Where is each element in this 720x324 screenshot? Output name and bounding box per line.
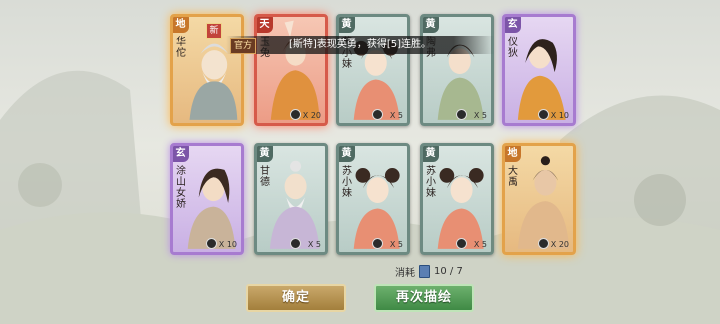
card-count: X 10 — [218, 240, 237, 249]
card-count: X 20 — [302, 111, 321, 120]
fragment-icon — [538, 238, 549, 249]
card-name: 仪狄 — [508, 37, 518, 59]
fragment-icon — [372, 109, 383, 120]
tier-badge: 黄 — [339, 17, 355, 33]
result-toast: 官方 [斯特]表现英勇，获得[5]连胜。 — [226, 36, 494, 54]
card-3[interactable]: 黄 苏小妹 X 5 — [336, 14, 410, 126]
consume-label: 消耗 — [395, 268, 415, 279]
card-count: X 10 — [550, 111, 569, 120]
card-name: 苏小妹 — [342, 166, 352, 199]
tier-badge: 天 — [257, 17, 273, 33]
fragment-icon — [206, 238, 217, 249]
card-8[interactable]: 黄 苏小妹 X 5 — [336, 143, 410, 255]
card-count: X 5 — [389, 240, 403, 249]
card-name: 甘德 — [260, 166, 270, 188]
tier-badge: 黄 — [423, 146, 439, 162]
tier-badge: 黄 — [423, 17, 439, 33]
card-7[interactable]: 黄 甘德 X 5 — [254, 143, 328, 255]
fragment-icon — [290, 238, 301, 249]
card-2[interactable]: 天 玉兔 X 20 — [254, 14, 328, 126]
card-9[interactable]: 黄 苏小妹 X 5 — [420, 143, 494, 255]
draw-again-button[interactable]: 再次描绘 — [374, 284, 474, 312]
book-icon — [419, 265, 430, 278]
consume-value: 10 / 7 — [434, 266, 463, 277]
fragment-icon — [456, 238, 467, 249]
tier-badge: 地 — [505, 146, 521, 162]
tier-badge: 地 — [173, 17, 189, 33]
card-count: X 20 — [550, 240, 569, 249]
toast-tag: 官方 — [230, 38, 257, 54]
card-name: 涂山女娇 — [176, 166, 186, 210]
card-name: 苏小妹 — [426, 166, 436, 199]
fragment-icon — [456, 109, 467, 120]
new-badge: 新 — [206, 23, 222, 39]
card-count: X 5 — [307, 240, 321, 249]
card-count: X 5 — [473, 111, 487, 120]
card-6[interactable]: 玄 涂山女娇 X 10 — [170, 143, 244, 255]
tier-badge: 黄 — [339, 146, 355, 162]
card-name: 大禹 — [508, 166, 518, 188]
toast-message: [斯特]表现英勇，获得[5]连胜。 — [289, 39, 431, 50]
tier-badge: 玄 — [505, 17, 521, 33]
card-name: 华佗 — [176, 37, 186, 59]
card-5[interactable]: 玄 仪狄 X 10 — [502, 14, 576, 126]
tier-badge: 黄 — [257, 146, 273, 162]
fragment-icon — [372, 238, 383, 249]
card-4[interactable]: 黄 陶弗 X 5 — [420, 14, 494, 126]
card-count: X 5 — [473, 240, 487, 249]
card-count: X 5 — [389, 111, 403, 120]
confirm-button[interactable]: 确定 — [246, 284, 346, 312]
card-1[interactable]: 地 新 华佗 — [170, 14, 244, 126]
tier-badge: 玄 — [173, 146, 189, 162]
fragment-icon — [538, 109, 549, 120]
fragment-icon — [290, 109, 301, 120]
consume-indicator: 消耗 10 / 7 — [395, 264, 463, 279]
card-10[interactable]: 地 大禹 X 20 — [502, 143, 576, 255]
